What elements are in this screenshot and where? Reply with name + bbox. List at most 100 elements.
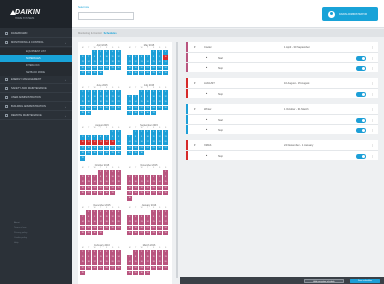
day-cell[interactable]: 3 <box>109 170 116 175</box>
day-cell[interactable]: 23 <box>138 145 145 151</box>
day-cell[interactable]: 23 <box>85 265 92 271</box>
day-cell[interactable]: 10 <box>109 175 116 180</box>
day-cell[interactable]: 13 <box>97 140 104 145</box>
day-cell[interactable]: 13 <box>109 95 116 100</box>
day-cell[interactable]: 17 <box>162 60 169 65</box>
day-cell[interactable]: 19 <box>144 185 151 191</box>
play-icon[interactable]: ▸ <box>206 92 207 95</box>
day-cell[interactable]: 13 <box>115 215 122 220</box>
day-cell[interactable]: 1 <box>138 90 145 95</box>
day-cell[interactable]: 1 <box>80 90 86 95</box>
day-cell[interactable]: 8 <box>80 95 86 100</box>
day-cell[interactable]: 25 <box>150 145 157 151</box>
sidebar-subitem-setback-mode[interactable]: Setback Mode <box>0 69 72 76</box>
day-cell[interactable]: 20 <box>150 185 157 191</box>
day-cell[interactable]: 4 <box>127 215 133 220</box>
sidebar-item-safety-and-maintenance[interactable]: Safety and Maintenance <box>0 85 72 93</box>
day-cell[interactable]: 11 <box>127 60 133 65</box>
day-cell[interactable]: 18 <box>150 260 157 265</box>
day-cell[interactable]: 7 <box>156 175 163 180</box>
day-cell[interactable]: 2 <box>144 90 151 95</box>
day-cell[interactable]: 28 <box>115 265 122 271</box>
day-cell[interactable]: 10 <box>150 95 157 100</box>
day-cell[interactable]: 27 <box>97 150 104 156</box>
sidebar-subitem-interlock[interactable]: Interlock <box>0 62 72 69</box>
day-cell[interactable]: 11 <box>85 140 92 145</box>
day-cell[interactable]: 24 <box>144 265 151 271</box>
day-cell[interactable]: 31 <box>80 155 86 161</box>
day-cell[interactable]: 17 <box>150 100 157 105</box>
day-cell[interactable]: 15 <box>150 220 157 225</box>
day-cell[interactable]: 24 <box>109 185 116 191</box>
day-cell[interactable]: 25 <box>150 265 157 271</box>
day-cell[interactable]: 9 <box>156 215 163 220</box>
footer-link[interactable]: Cookie policy <box>14 237 27 239</box>
day-cell[interactable]: 20 <box>162 260 169 265</box>
sidebar-item-energy-management[interactable]: Energy Management › <box>0 76 72 84</box>
more-icon[interactable]: ⋮ <box>371 128 374 132</box>
day-cell[interactable]: 9 <box>138 135 145 140</box>
day-cell[interactable]: 24 <box>150 105 157 111</box>
day-cell[interactable]: 3 <box>91 90 98 95</box>
day-cell[interactable]: 9 <box>138 255 145 260</box>
day-cell[interactable]: 3 <box>132 175 139 180</box>
day-cell[interactable]: 9 <box>85 255 92 260</box>
day-cell[interactable]: 21 <box>156 185 163 191</box>
day-cell[interactable]: 14 <box>103 140 110 145</box>
day-cell[interactable]: 20 <box>138 65 145 71</box>
season-header[interactable]: ▾ XMAS 24 December - 1 January ⋮ <box>186 140 378 150</box>
day-cell[interactable]: 8 <box>150 215 157 220</box>
chevron-down-icon[interactable]: ▾ <box>194 45 196 49</box>
day-cell[interactable]: 14 <box>132 100 139 105</box>
day-cell[interactable]: 30 <box>138 270 145 276</box>
day-cell[interactable]: 13 <box>80 60 86 65</box>
day-cell[interactable]: 12 <box>156 255 163 260</box>
day-cell[interactable]: 23 <box>138 265 145 271</box>
day-cell[interactable]: 12 <box>132 220 139 225</box>
day-cell[interactable]: 26 <box>144 190 151 196</box>
day-cell[interactable]: 19 <box>115 60 122 65</box>
day-cell[interactable]: 26 <box>115 65 122 71</box>
day-cell[interactable]: 15 <box>97 180 104 185</box>
day-cell[interactable]: 20 <box>97 145 104 151</box>
day-cell[interactable]: 9 <box>103 175 110 180</box>
day-cell[interactable]: 25 <box>97 265 104 271</box>
day-cell[interactable]: 16 <box>97 60 104 65</box>
day-cell[interactable]: 9 <box>156 55 163 60</box>
day-cell[interactable]: 20 <box>138 225 145 231</box>
sidebar-item-building-administration[interactable]: Building Administration › <box>0 103 72 111</box>
day-cell[interactable]: 19 <box>156 140 163 145</box>
day-cell[interactable]: 8 <box>132 135 139 140</box>
day-cell[interactable]: 2 <box>156 50 163 55</box>
day-cell[interactable]: 31 <box>162 230 169 236</box>
day-cell[interactable]: 20 <box>162 140 169 145</box>
footer-link[interactable]: Privacy policy <box>14 232 27 234</box>
day-cell[interactable]: 1 <box>85 210 92 215</box>
day-cell[interactable]: 21 <box>132 105 139 111</box>
more-icon[interactable]: ⋮ <box>371 45 374 49</box>
day-cell[interactable]: 22 <box>109 145 116 151</box>
day-cell[interactable]: 5 <box>132 55 139 60</box>
day-cell[interactable]: 6 <box>109 90 116 95</box>
day-cell[interactable]: 14 <box>127 140 133 145</box>
day-cell[interactable]: 23 <box>127 190 133 196</box>
day-cell[interactable]: 9 <box>144 95 151 100</box>
sidebar-item-monitoring-control[interactable]: Monitoring & Control › <box>0 39 72 47</box>
day-cell[interactable]: 8 <box>138 95 145 100</box>
day-cell[interactable]: 30 <box>97 70 104 76</box>
enable-toggle[interactable] <box>356 66 366 71</box>
day-cell[interactable]: 12 <box>156 135 163 140</box>
day-cell[interactable]: 20 <box>85 185 92 191</box>
day-cell[interactable]: 16 <box>91 220 98 225</box>
day-cell[interactable]: 3 <box>97 210 104 215</box>
day-cell[interactable]: 31 <box>97 230 104 236</box>
day-cell[interactable]: 17 <box>91 100 98 105</box>
day-cell[interactable]: 12 <box>91 140 98 145</box>
day-cell[interactable]: 2 <box>85 250 92 255</box>
more-icon[interactable]: ⋮ <box>371 92 374 96</box>
season-header[interactable]: ▾ Winter 1 October - 31 March ⋮ <box>186 104 378 114</box>
day-cell[interactable]: 4 <box>138 175 145 180</box>
day-cell[interactable]: 6 <box>162 130 169 135</box>
day-cell[interactable]: 28 <box>85 70 92 76</box>
day-cell[interactable]: 28 <box>127 150 133 156</box>
